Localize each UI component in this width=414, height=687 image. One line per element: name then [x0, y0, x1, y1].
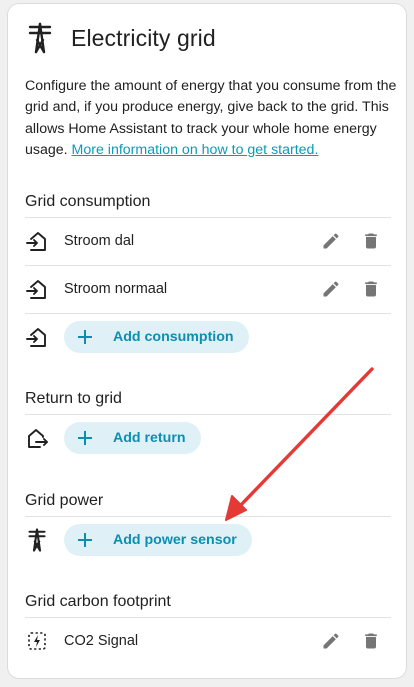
section-title-return: Return to grid	[25, 390, 122, 407]
pencil-icon	[323, 233, 339, 249]
section-title-consumption: Grid consumption	[25, 193, 151, 210]
pencil-icon	[323, 633, 339, 649]
add-return-label: Add return	[113, 430, 186, 446]
plus-icon	[76, 328, 94, 346]
delete-button[interactable]	[351, 621, 391, 661]
trash-icon	[365, 633, 377, 649]
edit-button[interactable]	[311, 269, 351, 309]
add-power-sensor-button[interactable]: Add power sensor	[64, 524, 252, 556]
trash-icon	[365, 233, 377, 249]
card-header: Electricity grid	[26, 18, 216, 58]
carbon-signal-icon	[25, 629, 49, 653]
add-consumption-row: Add consumption	[25, 313, 391, 361]
more-info-link[interactable]: More information on how to get started.	[72, 142, 319, 158]
section-title-power: Grid power	[25, 492, 104, 509]
card-description: Configure the amount of energy that you …	[25, 76, 397, 161]
transmission-tower-import-icon	[25, 277, 49, 301]
consumption-row: Stroom dal	[25, 217, 391, 265]
transmission-tower-icon	[26, 21, 54, 55]
transmission-tower-import-icon	[25, 229, 49, 253]
transmission-tower-icon	[25, 528, 49, 552]
consumption-row: Stroom normaal	[25, 265, 391, 313]
pencil-icon	[323, 281, 339, 297]
carbon-row: CO2 Signal	[25, 617, 391, 665]
transmission-tower-import-icon	[25, 325, 49, 349]
delete-button[interactable]	[351, 269, 391, 309]
edit-button[interactable]	[311, 621, 351, 661]
trash-icon	[365, 281, 377, 297]
edit-button[interactable]	[311, 221, 351, 261]
consumption-item-label: Stroom dal	[64, 233, 135, 249]
consumption-item-label: Stroom normaal	[64, 281, 168, 297]
delete-button[interactable]	[351, 221, 391, 261]
electricity-grid-card: Electricity grid Configure the amount of…	[7, 3, 407, 679]
add-power-sensor-label: Add power sensor	[113, 532, 237, 548]
add-consumption-label: Add consumption	[113, 329, 234, 345]
add-return-row: Add return	[25, 414, 391, 462]
carbon-item-label: CO2 Signal	[64, 633, 139, 649]
plus-icon	[76, 429, 94, 447]
add-power-row: Add power sensor	[25, 516, 391, 564]
card-title: Electricity grid	[71, 24, 216, 51]
section-title-carbon: Grid carbon footprint	[25, 593, 171, 610]
plus-icon	[76, 531, 94, 549]
transmission-tower-export-icon	[25, 426, 49, 450]
add-return-button[interactable]: Add return	[64, 422, 201, 454]
add-consumption-button[interactable]: Add consumption	[64, 321, 249, 353]
